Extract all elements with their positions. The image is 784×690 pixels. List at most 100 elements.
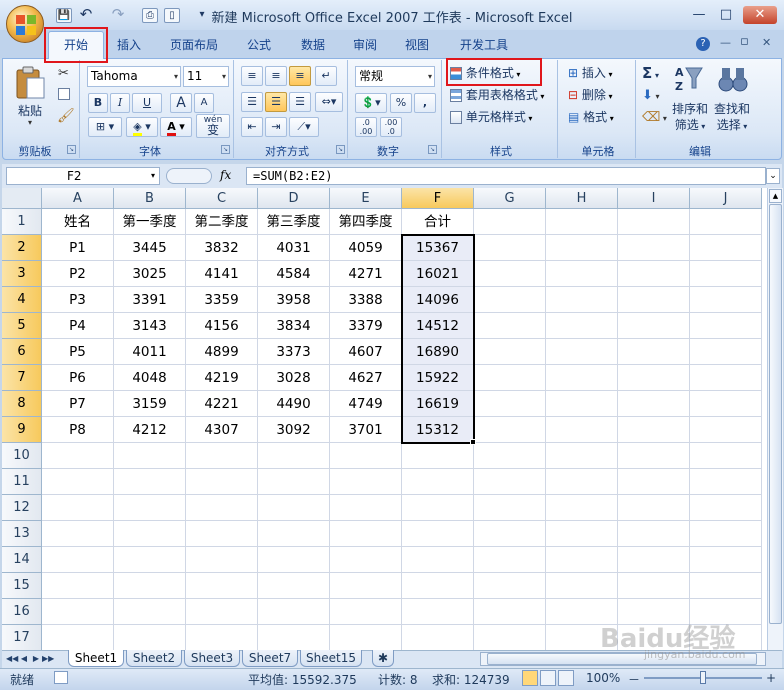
cell-e3[interactable]: 4271	[330, 261, 402, 287]
merge-center-button[interactable]: ⇔▾	[315, 92, 343, 112]
cell-g1[interactable]	[474, 209, 546, 235]
cell-g5[interactable]	[474, 313, 546, 339]
cell-e2[interactable]: 4059	[330, 235, 402, 261]
cell-i1[interactable]	[618, 209, 690, 235]
page-layout-view-button[interactable]	[540, 670, 556, 686]
percent-button[interactable]: %	[390, 93, 412, 113]
formula-input[interactable]: =SUM(B2:E2)	[246, 167, 766, 185]
cell-h10[interactable]	[546, 443, 618, 469]
cell-j8[interactable]	[690, 391, 762, 417]
cell-g2[interactable]	[474, 235, 546, 261]
tab-formulas[interactable]: 公式	[244, 36, 274, 54]
decrease-decimal-button[interactable]: .00 .0	[380, 117, 402, 137]
cell-f17[interactable]	[402, 625, 474, 650]
cell-c7[interactable]: 4219	[186, 365, 258, 391]
column-header-d[interactable]: D	[258, 188, 330, 209]
cell-h8[interactable]	[546, 391, 618, 417]
cell-j13[interactable]	[690, 521, 762, 547]
cell-c17[interactable]	[186, 625, 258, 650]
cell-c10[interactable]	[186, 443, 258, 469]
cell-c12[interactable]	[186, 495, 258, 521]
cell-j6[interactable]	[690, 339, 762, 365]
cell-d2[interactable]: 4031	[258, 235, 330, 261]
cell-f1[interactable]: 合计	[402, 209, 474, 235]
cell-d6[interactable]: 3373	[258, 339, 330, 365]
italic-button[interactable]: I	[110, 93, 130, 113]
cell-f12[interactable]	[402, 495, 474, 521]
cell-j2[interactable]	[690, 235, 762, 261]
zoom-slider-thumb[interactable]	[700, 671, 706, 684]
cell-c14[interactable]	[186, 547, 258, 573]
cell-b7[interactable]: 4048	[114, 365, 186, 391]
cell-f14[interactable]	[402, 547, 474, 573]
alignment-launcher-icon[interactable]: ↘	[336, 145, 345, 154]
cell-a13[interactable]	[42, 521, 114, 547]
conditional-format-button[interactable]: 条件格式 ▾	[450, 64, 540, 84]
cell-g8[interactable]	[474, 391, 546, 417]
cell-h2[interactable]	[546, 235, 618, 261]
tab-developer[interactable]: 开发工具	[456, 36, 512, 54]
format-cells-button[interactable]: ▤ 格式 ▾	[568, 108, 632, 128]
office-button[interactable]	[6, 5, 44, 43]
ribbon-restore-button[interactable]: ▫	[740, 34, 749, 49]
page-break-view-button[interactable]	[558, 670, 574, 686]
tab-insert[interactable]: 插入	[114, 36, 144, 54]
align-middle-button[interactable]: ≡	[265, 66, 287, 86]
cell-b4[interactable]: 3391	[114, 287, 186, 313]
cell-g16[interactable]	[474, 599, 546, 625]
row-header-11[interactable]: 11	[2, 469, 42, 495]
cell-f16[interactable]	[402, 599, 474, 625]
cell-g7[interactable]	[474, 365, 546, 391]
cell-e1[interactable]: 第四季度	[330, 209, 402, 235]
cell-e10[interactable]	[330, 443, 402, 469]
cell-d11[interactable]	[258, 469, 330, 495]
cell-h13[interactable]	[546, 521, 618, 547]
cell-f13[interactable]	[402, 521, 474, 547]
align-bottom-button[interactable]: ≡	[289, 66, 311, 86]
help-icon[interactable]: ?	[696, 37, 710, 51]
cell-a6[interactable]: P5	[42, 339, 114, 365]
insert-sheet-button[interactable]: ✱	[372, 650, 394, 667]
cell-i6[interactable]	[618, 339, 690, 365]
row-header-17[interactable]: 17	[2, 625, 42, 650]
tab-page-layout[interactable]: 页面布局	[166, 36, 222, 54]
column-header-i[interactable]: I	[618, 188, 690, 209]
zoom-out-button[interactable]: －	[628, 671, 640, 688]
tab-review[interactable]: 审阅	[350, 36, 380, 54]
cell-b1[interactable]: 第一季度	[114, 209, 186, 235]
cell-g12[interactable]	[474, 495, 546, 521]
row-header-15[interactable]: 15	[2, 573, 42, 599]
font-size-combo[interactable]: 11 ▾	[183, 66, 229, 87]
cell-e15[interactable]	[330, 573, 402, 599]
fill-handle[interactable]	[470, 439, 476, 445]
align-center-button[interactable]: ☰	[265, 92, 287, 112]
cell-i5[interactable]	[618, 313, 690, 339]
cell-b2[interactable]: 3445	[114, 235, 186, 261]
column-header-h[interactable]: H	[546, 188, 618, 209]
expand-formula-bar-button[interactable]: ⌄	[766, 168, 780, 184]
comma-button[interactable]: ,	[414, 93, 436, 113]
prev-sheet-button[interactable]: ◀	[18, 652, 30, 666]
cell-g14[interactable]	[474, 547, 546, 573]
insert-cells-button[interactable]: ⊞ 插入 ▾	[568, 64, 632, 84]
cell-a9[interactable]: P8	[42, 417, 114, 443]
wrap-text-button[interactable]: ↵	[315, 66, 337, 86]
cell-j4[interactable]	[690, 287, 762, 313]
formula-bar-resize-handle[interactable]	[166, 168, 212, 184]
cell-j16[interactable]	[690, 599, 762, 625]
column-header-a[interactable]: A	[42, 188, 114, 209]
row-header-12[interactable]: 12	[2, 495, 42, 521]
cell-e7[interactable]: 4627	[330, 365, 402, 391]
cell-d15[interactable]	[258, 573, 330, 599]
cell-h11[interactable]	[546, 469, 618, 495]
last-sheet-button[interactable]: ▶▶	[42, 652, 54, 666]
cell-styles-button[interactable]: 单元格样式 ▾	[450, 108, 546, 128]
cell-c4[interactable]: 3359	[186, 287, 258, 313]
cell-h6[interactable]	[546, 339, 618, 365]
column-header-e[interactable]: E	[330, 188, 402, 209]
cell-f4[interactable]: 14096	[402, 287, 474, 313]
cell-b16[interactable]	[114, 599, 186, 625]
scroll-up-button[interactable]: ▲	[769, 189, 782, 203]
cell-g17[interactable]	[474, 625, 546, 650]
zoom-level[interactable]: 100%	[586, 671, 620, 685]
